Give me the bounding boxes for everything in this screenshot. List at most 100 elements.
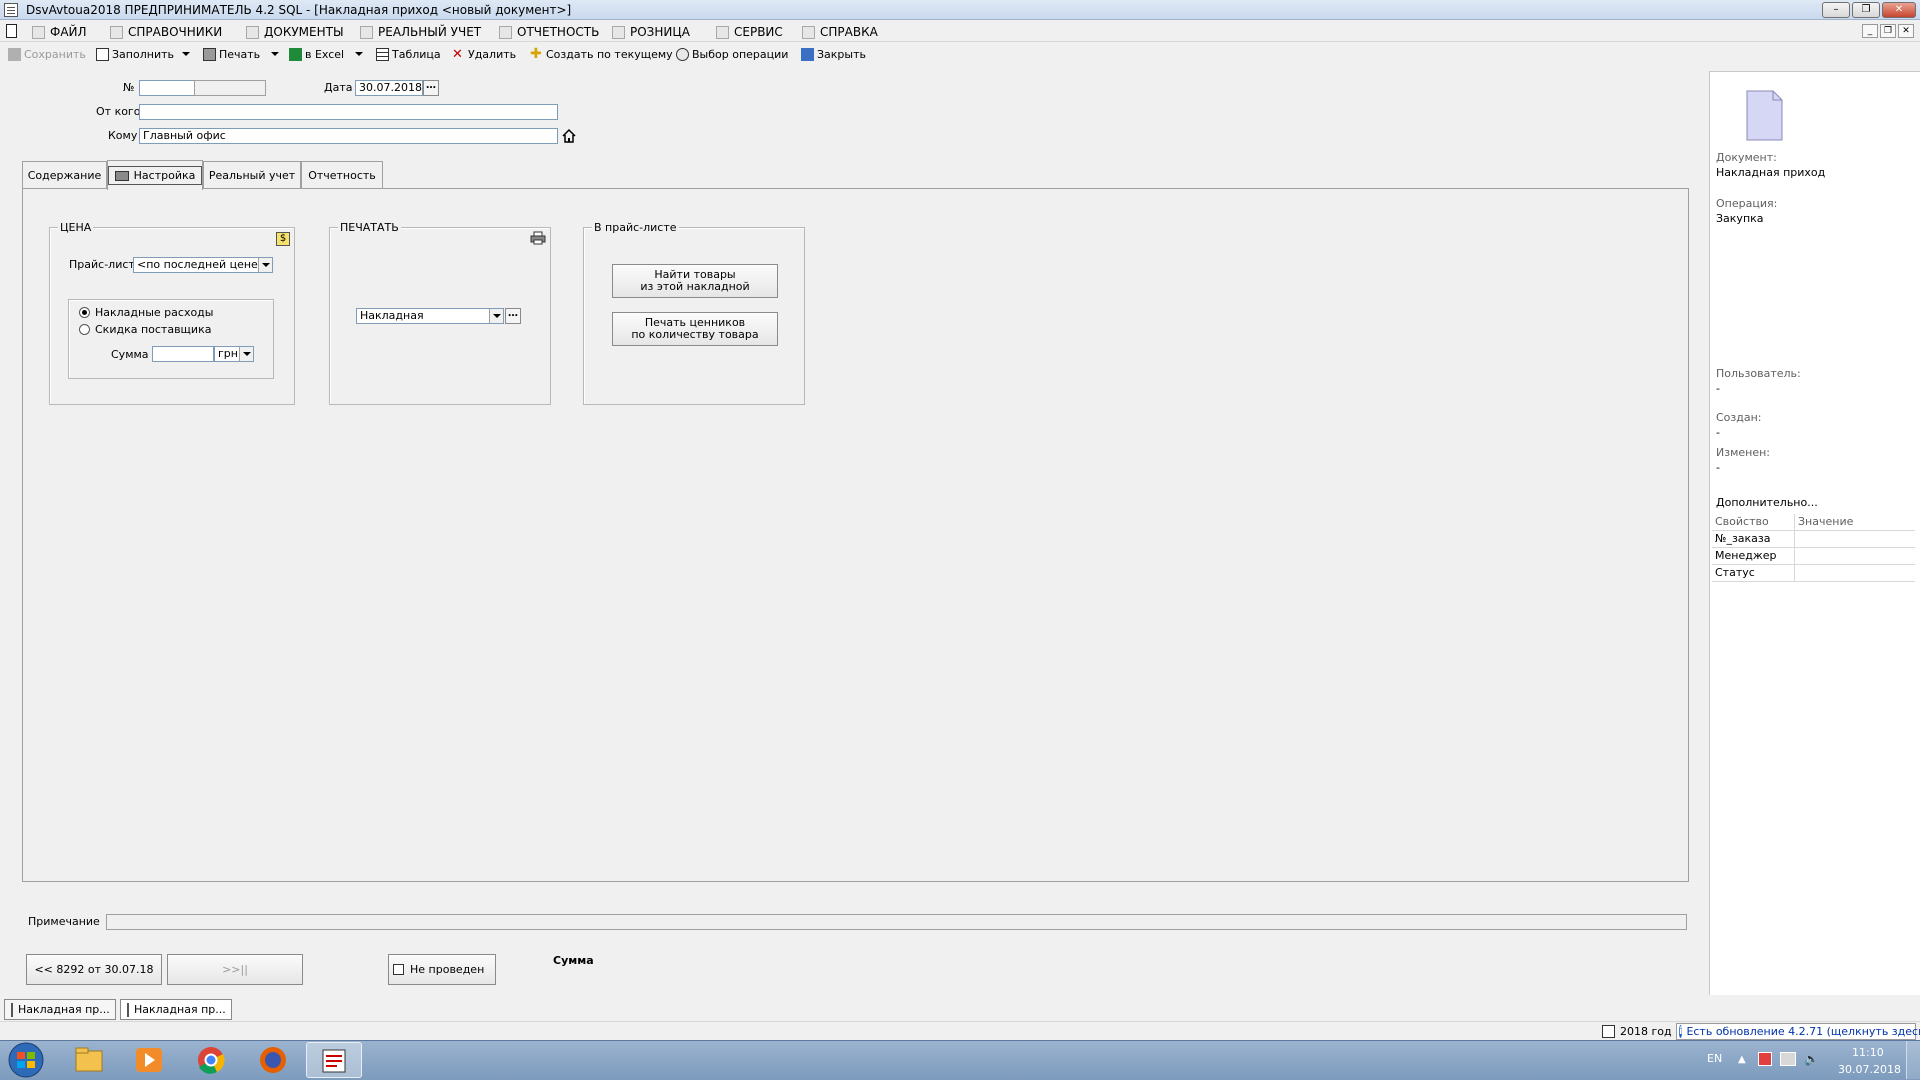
- table-button[interactable]: Таблица: [376, 46, 441, 62]
- to-input[interactable]: Главный офис: [139, 128, 558, 144]
- menu-documents[interactable]: ДОКУМЕНТЫ: [246, 24, 344, 40]
- table-row[interactable]: Менеджер: [1712, 548, 1915, 565]
- number-suffix-input[interactable]: [194, 80, 266, 96]
- close-document-button[interactable]: Закрыть: [801, 46, 866, 62]
- previous-document-button[interactable]: << 8292 от 30.07.18: [26, 954, 162, 985]
- close-door-icon: [801, 47, 814, 61]
- document-icon: [11, 1002, 13, 1017]
- house-icon: [110, 25, 123, 39]
- maximize-button[interactable]: ❐: [1852, 2, 1880, 18]
- language-indicator[interactable]: EN: [1707, 1052, 1722, 1065]
- to-label: Кому: [108, 129, 138, 142]
- sum-label: Сумма: [111, 348, 149, 361]
- next-document-button[interactable]: >>||: [167, 954, 303, 985]
- sum-input[interactable]: [152, 346, 214, 362]
- save-button[interactable]: Сохранить: [8, 46, 86, 62]
- box-icon: [360, 25, 373, 39]
- print-price-tags-button[interactable]: Печать ценников по количеству товара: [612, 312, 778, 346]
- media-player-taskbar-icon[interactable]: [122, 1042, 176, 1078]
- fill-button[interactable]: Заполнить: [96, 46, 174, 62]
- pricelist-label: Прайс-лист: [69, 258, 135, 271]
- pricelist-select[interactable]: <по последней цене>: [133, 257, 273, 273]
- delete-button[interactable]: ✕ Удалить: [452, 46, 516, 62]
- number-label: №: [123, 81, 135, 94]
- excel-dropdown-arrow[interactable]: [355, 52, 363, 56]
- print-button[interactable]: Печать: [203, 46, 260, 62]
- menu-reports[interactable]: ОТЧЕТНОСТЬ: [499, 24, 599, 40]
- print-form-select[interactable]: Накладная: [356, 308, 504, 324]
- tab-real-accounting[interactable]: Реальный учет: [203, 161, 301, 189]
- document-icon: [1746, 90, 1783, 141]
- chrome-taskbar-icon[interactable]: [184, 1042, 238, 1078]
- currency-select[interactable]: грн: [214, 346, 254, 362]
- document-tab-1[interactable]: Накладная пр...: [4, 999, 116, 1020]
- printer-icon[interactable]: [530, 231, 546, 245]
- table-row[interactable]: Статус: [1712, 565, 1915, 582]
- date-picker-button[interactable]: …: [423, 80, 439, 96]
- chevron-down-icon[interactable]: [489, 309, 503, 323]
- more-properties-link[interactable]: Дополнительно...: [1716, 496, 1818, 509]
- fill-dropdown-arrow[interactable]: [182, 52, 190, 56]
- document-tab-2[interactable]: Накладная пр...: [120, 999, 232, 1020]
- app-icon[interactable]: [4, 3, 18, 17]
- property-value[interactable]: [1795, 531, 1915, 547]
- volume-icon[interactable]: 🔈: [1804, 1052, 1820, 1066]
- property-name: Статус: [1712, 565, 1795, 581]
- mdi-close-button[interactable]: ✕: [1898, 24, 1914, 38]
- chevron-down-icon[interactable]: [258, 258, 272, 272]
- number-input[interactable]: [139, 80, 195, 96]
- title-bar[interactable]: DsvAvtoua2018 ПРЕДПРИНИМАТЕЛЬ 4.2 SQL - …: [0, 0, 1920, 20]
- price-group: ЦЕНА $ Прайс-лист <по последней цене> На…: [49, 221, 295, 405]
- start-button[interactable]: [4, 1041, 48, 1079]
- overhead-radio[interactable]: [79, 307, 90, 318]
- from-input[interactable]: [139, 104, 558, 120]
- document-icon[interactable]: [6, 24, 17, 38]
- currency-settings-icon[interactable]: $: [276, 232, 290, 246]
- clock-date[interactable]: 30.07.2018: [1838, 1063, 1901, 1076]
- date-input[interactable]: 30.07.2018: [355, 80, 423, 96]
- posted-checkbox[interactable]: Не проведен: [388, 954, 496, 985]
- table-row[interactable]: №_заказа: [1712, 531, 1915, 548]
- show-desktop-button[interactable]: [1906, 1041, 1920, 1079]
- print-dropdown-arrow[interactable]: [271, 52, 279, 56]
- note-input[interactable]: [106, 914, 1687, 930]
- property-value[interactable]: [1795, 565, 1915, 581]
- minimize-button[interactable]: –: [1822, 2, 1850, 18]
- update-notice[interactable]: i Есть обновление 4.2.71 (щелкнуть здесь…: [1676, 1023, 1920, 1040]
- menu-service[interactable]: СЕРВИС: [716, 24, 783, 40]
- close-window-button[interactable]: ✕: [1882, 2, 1916, 18]
- clock-time[interactable]: 11:10: [1852, 1046, 1884, 1059]
- tab-content[interactable]: Содержание: [22, 161, 107, 189]
- mdi-restore-button[interactable]: ❐: [1880, 24, 1896, 38]
- note-label: Примечание: [28, 915, 100, 928]
- chevron-down-icon[interactable]: [239, 347, 253, 361]
- excel-icon: [289, 47, 302, 61]
- delete-x-icon: ✕: [452, 46, 463, 62]
- menu-real-accounting[interactable]: РЕАЛЬНЫЙ УЧЕТ: [360, 24, 481, 40]
- menu-retail[interactable]: РОЗНИЦА: [612, 24, 690, 40]
- tab-reports[interactable]: Отчетность: [301, 161, 383, 189]
- network-icon[interactable]: [1780, 1052, 1796, 1066]
- print-form-more-button[interactable]: …: [505, 308, 521, 324]
- property-value[interactable]: [1795, 548, 1915, 564]
- chevron-up-icon[interactable]: ▲: [1738, 1054, 1748, 1065]
- home-icon[interactable]: [561, 128, 577, 144]
- tab-settings[interactable]: Настройка: [107, 160, 203, 190]
- fiscal-year[interactable]: 2018 год: [1620, 1025, 1672, 1038]
- plus-icon: ✚: [530, 45, 542, 62]
- firefox-taskbar-icon[interactable]: [246, 1042, 300, 1078]
- doc-type-label: Документ:: [1716, 151, 1777, 164]
- flag-icon[interactable]: [1758, 1052, 1772, 1066]
- mdi-minimize-button[interactable]: _: [1862, 24, 1878, 38]
- menu-references[interactable]: СПРАВОЧНИКИ: [110, 24, 222, 40]
- operation-value: Закупка: [1716, 212, 1764, 225]
- app-taskbar-icon[interactable]: [306, 1042, 362, 1078]
- choose-operation-button[interactable]: Выбор операции: [676, 46, 788, 62]
- discount-radio[interactable]: [79, 324, 90, 335]
- menu-file[interactable]: ФАЙЛ: [32, 24, 87, 40]
- menu-help[interactable]: СПРАВКА: [802, 24, 878, 40]
- explorer-taskbar-icon[interactable]: [62, 1042, 116, 1078]
- create-from-current-button[interactable]: ✚ Создать по текущему: [530, 46, 673, 62]
- find-goods-button[interactable]: Найти товары из этой накладной: [612, 264, 778, 298]
- excel-button[interactable]: в Excel: [289, 46, 344, 62]
